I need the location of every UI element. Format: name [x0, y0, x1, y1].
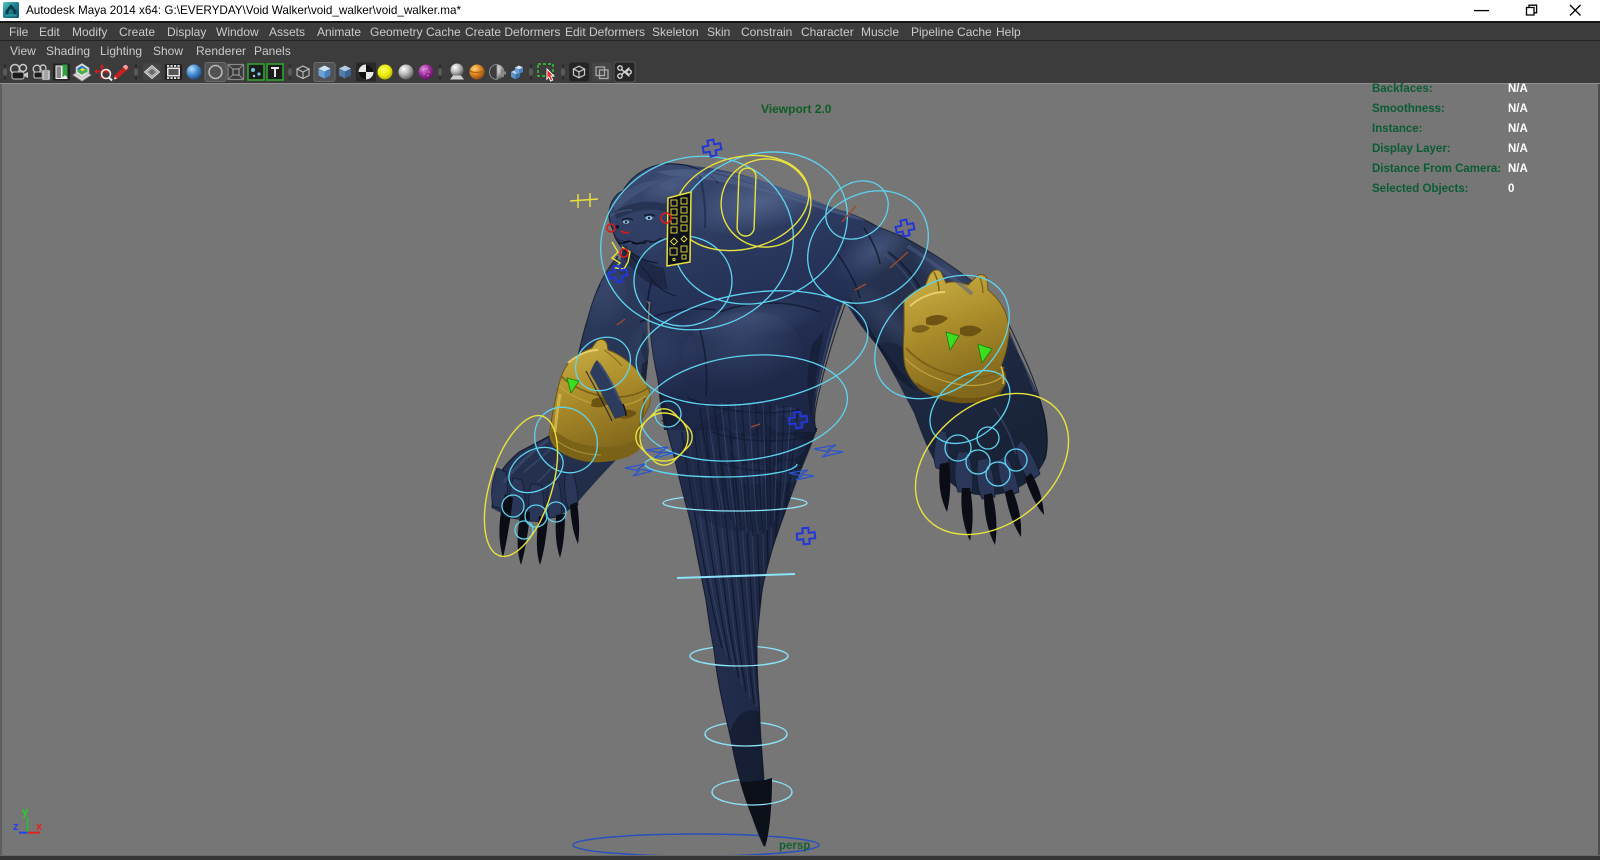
svg-text:z: z — [13, 821, 19, 833]
svg-text:y: y — [22, 806, 29, 818]
svg-text:x: x — [36, 821, 43, 833]
